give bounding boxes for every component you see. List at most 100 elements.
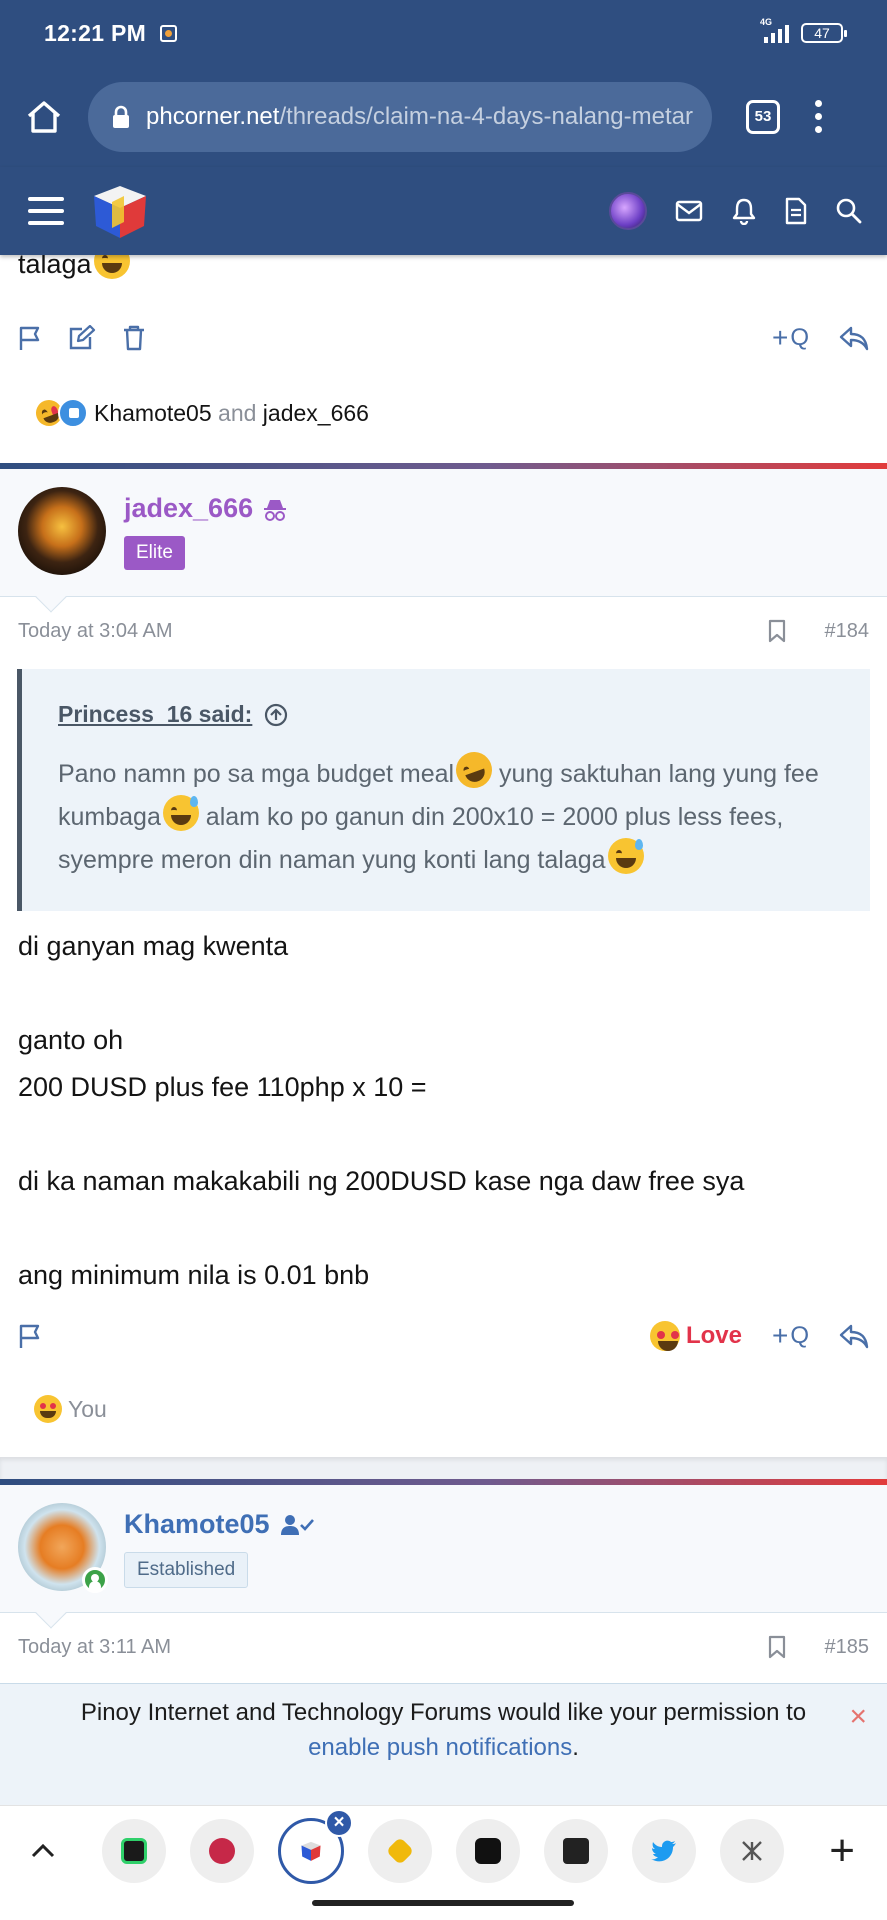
tab-app-dark[interactable]	[544, 1819, 608, 1883]
online-status-icon	[82, 1567, 108, 1593]
chevron-up-icon[interactable]	[30, 1843, 56, 1859]
post-number[interactable]: #185	[825, 1636, 870, 1659]
address-bar[interactable]: phcorner.net/threads/claim-na-4-days-nal…	[88, 81, 712, 152]
user-rank-badge: Established	[124, 1552, 249, 1588]
reaction-user-2[interactable]: jadex_666	[263, 400, 369, 427]
grinning-sweat-emoji	[162, 795, 199, 831]
thread-content: talaga + Q Khamote05 and jadex_666 jadex_…	[0, 243, 887, 1681]
network-type: 4G	[760, 17, 773, 27]
rofl-emoji	[451, 746, 498, 794]
phcorner-tab-icon	[301, 1841, 321, 1861]
username-text[interactable]: jadex_666	[124, 493, 253, 524]
love-reaction-button[interactable]: Love	[648, 1321, 742, 1351]
post-meta: Today at 3:04 AM #184	[0, 597, 887, 665]
tab-switcher-button[interactable]: 53	[746, 99, 780, 134]
bell-icon[interactable]	[731, 197, 757, 225]
signal-icon: 4G	[760, 17, 789, 43]
tab-app-cross[interactable]	[720, 1819, 784, 1883]
bookmark-icon[interactable]	[767, 1635, 787, 1659]
user-avatar[interactable]	[18, 1503, 108, 1593]
home-button[interactable]	[0, 66, 88, 167]
tab-bitget[interactable]	[102, 1819, 166, 1883]
multiquote-label: Q	[790, 1322, 809, 1349]
post-username[interactable]: jadex_666	[124, 493, 287, 524]
url-text: phcorner.net/threads/claim-na-4-days-nal…	[146, 103, 693, 131]
multiquote-button[interactable]: + Q	[772, 324, 809, 352]
body-line: di ka naman makakabili ng 200DUSD kase n…	[18, 1166, 745, 1196]
enable-push-link[interactable]: enable push notifications	[308, 1734, 572, 1761]
chatgpt-icon	[475, 1838, 501, 1864]
new-tab-button[interactable]: +	[829, 1829, 855, 1873]
report-flag-icon[interactable]	[18, 325, 42, 351]
multiquote-button[interactable]: + Q	[772, 1322, 809, 1350]
push-banner-text: Pinoy Internet and Technology Forums wou…	[80, 1699, 807, 1726]
body-line: 200 DUSD plus fee 110php x 10 =	[18, 1072, 427, 1102]
post-actions: Love + Q	[0, 1311, 887, 1361]
notification-app-icon	[160, 24, 178, 42]
jump-to-quote-icon[interactable]	[264, 703, 288, 727]
user-avatar[interactable]	[18, 487, 106, 575]
binance-icon	[385, 1836, 415, 1866]
post-username[interactable]: Khamote05	[124, 1509, 314, 1540]
browser-toolbar: phcorner.net/threads/claim-na-4-days-nal…	[0, 66, 887, 167]
reply-icon[interactable]	[839, 1323, 869, 1349]
post-number[interactable]: #184	[825, 620, 870, 643]
heart-app-icon	[209, 1838, 235, 1864]
inbox-icon[interactable]	[675, 200, 703, 222]
edit-icon[interactable]	[68, 325, 96, 351]
site-logo[interactable]	[90, 182, 150, 240]
post-header: jadex_666 Elite	[0, 469, 887, 613]
heart-eyes-emoji	[649, 1321, 680, 1351]
user-rank-badge: Elite	[124, 536, 185, 570]
site-navbar	[0, 167, 887, 255]
prev-post-reactions[interactable]: Khamote05 and jadex_666	[0, 363, 887, 463]
body-line: di ganyan mag kwenta	[18, 931, 289, 961]
grinning-sweat-emoji	[607, 838, 644, 874]
battery-level: 47	[814, 25, 830, 41]
post-body: di ganyan mag kwenta ganto oh 200 DUSD p…	[0, 911, 887, 1299]
phcorner-logo-icon	[94, 186, 146, 238]
url-path: /threads/claim-na-4-days-nalang-metar	[279, 102, 693, 130]
close-tab-icon[interactable]: ×	[325, 1809, 353, 1837]
username-text[interactable]: Khamote05	[124, 1509, 270, 1540]
post-timestamp[interactable]: Today at 3:11 AM	[18, 1636, 171, 1659]
prev-post-actions: + Q	[0, 313, 887, 363]
bitget-icon	[121, 1838, 147, 1864]
quote-text: Pano namn po sa mga budget meal yung sak…	[58, 746, 836, 881]
reaction-user-1[interactable]: Khamote05	[94, 400, 212, 427]
gesture-home-indicator[interactable]	[312, 1900, 574, 1906]
account-avatar[interactable]	[609, 192, 647, 230]
quote-author[interactable]: Princess_16 said:	[58, 701, 252, 728]
search-icon[interactable]	[835, 197, 863, 225]
tab-heart-app[interactable]	[190, 1819, 254, 1883]
reply-icon[interactable]	[839, 325, 869, 351]
quote-attribution[interactable]: Princess_16 said:	[58, 701, 836, 728]
tab-chatgpt[interactable]	[456, 1819, 520, 1883]
push-notification-banner: Pinoy Internet and Technology Forums wou…	[0, 1683, 887, 1805]
body-line: ganto oh	[18, 1025, 124, 1055]
body-line: ang minimum nila is 0.01 bnb	[18, 1260, 370, 1290]
tab-phcorner[interactable]: ×	[278, 1809, 353, 1884]
delete-icon[interactable]	[122, 325, 146, 351]
tab-binance[interactable]	[368, 1819, 432, 1883]
post-reactions[interactable]: You	[0, 1361, 887, 1457]
post-timestamp[interactable]: Today at 3:04 AM	[18, 620, 173, 643]
verified-user-icon	[280, 1514, 314, 1535]
quote-text-part-1: Pano namn po sa mga budget meal	[58, 760, 455, 788]
hamburger-menu-icon[interactable]	[28, 197, 64, 225]
twitter-icon	[651, 1840, 676, 1862]
home-icon	[27, 100, 61, 133]
browser-menu-button[interactable]	[815, 100, 822, 133]
status-bar: 12:21 PM 4G 47	[0, 0, 887, 66]
reaction-user[interactable]: You	[68, 1396, 107, 1423]
whats-new-icon[interactable]	[785, 197, 807, 225]
bookmark-icon[interactable]	[767, 619, 787, 643]
report-flag-icon[interactable]	[18, 1323, 42, 1349]
cross-app-icon	[742, 1841, 762, 1861]
close-banner-button[interactable]: ×	[849, 1702, 867, 1732]
status-time: 12:21 PM	[44, 19, 147, 46]
incognito-icon	[264, 499, 287, 521]
dark-app-icon	[563, 1838, 589, 1864]
tab-twitter[interactable]	[632, 1819, 696, 1883]
post-separator	[0, 1457, 887, 1479]
